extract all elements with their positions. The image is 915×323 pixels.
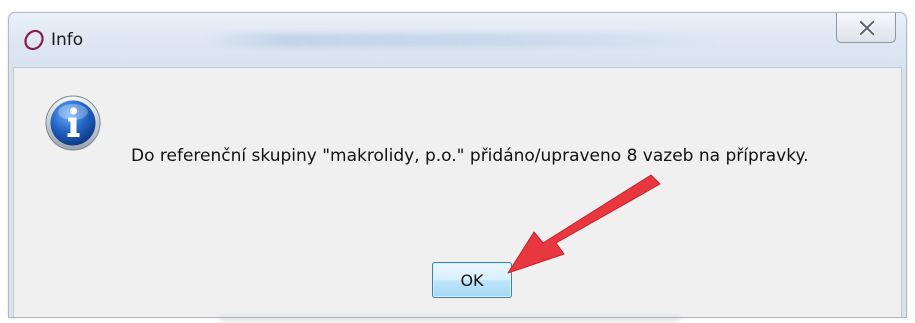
blurred-background-title xyxy=(204,33,724,47)
close-icon xyxy=(859,21,875,35)
dialog-body: Do referenční skupiny "makrolidy, p.o." … xyxy=(13,67,902,317)
app-logo-icon xyxy=(24,29,44,51)
info-dialog: Info Do referenční skupiny "makrolidy, p… xyxy=(8,12,907,318)
ok-button[interactable]: OK xyxy=(432,262,512,298)
close-button[interactable] xyxy=(836,13,896,43)
dialog-message: Do referenční skupiny "makrolidy, p.o." … xyxy=(131,146,809,166)
blurred-background-bottom xyxy=(220,316,680,323)
information-icon xyxy=(45,95,101,151)
window-title: Info xyxy=(51,30,84,50)
title-bar[interactable]: Info xyxy=(9,13,906,67)
